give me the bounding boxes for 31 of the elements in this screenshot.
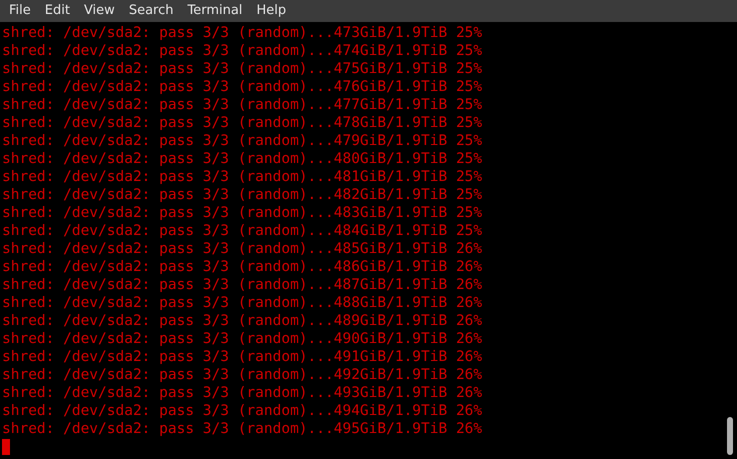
- terminal-line: shred: /dev/sda2: pass 3/3 (random)...493GiB/1.9TiB 26%: [2, 384, 484, 402]
- terminal-line: shred: /dev/sda2: pass 3/3 (random)...491GiB/1.9TiB 26%: [2, 348, 484, 366]
- terminal-line: shred: /dev/sda2: pass 3/3 (random)...488GiB/1.9TiB 26%: [2, 294, 484, 312]
- terminal-line: shred: /dev/sda2: pass 3/3 (random)...484GiB/1.9TiB 25%: [2, 222, 484, 240]
- terminal-line: shred: /dev/sda2: pass 3/3 (random)...490GiB/1.9TiB 26%: [2, 330, 484, 348]
- text-cursor: [2, 439, 10, 455]
- menu-item[interactable]: View: [76, 1, 122, 21]
- terminal-line: shred: /dev/sda2: pass 3/3 (random)...474GiB/1.9TiB 25%: [2, 42, 484, 60]
- terminal-line: shred: /dev/sda2: pass 3/3 (random)...480GiB/1.9TiB 25%: [2, 150, 484, 168]
- terminal-line: shred: /dev/sda2: pass 3/3 (random)...487GiB/1.9TiB 26%: [2, 276, 484, 294]
- terminal-line: shred: /dev/sda2: pass 3/3 (random)...483GiB/1.9TiB 25%: [2, 204, 484, 222]
- terminal-line: shred: /dev/sda2: pass 3/3 (random)...492GiB/1.9TiB 26%: [2, 366, 484, 384]
- terminal-line: shred: /dev/sda2: pass 3/3 (random)...475GiB/1.9TiB 25%: [2, 60, 484, 78]
- menu-item[interactable]: Terminal: [180, 1, 250, 21]
- terminal-line: shred: /dev/sda2: pass 3/3 (random)...473GiB/1.9TiB 25%: [2, 24, 484, 42]
- terminal-line: shred: /dev/sda2: pass 3/3 (random)...495GiB/1.9TiB 26%: [2, 420, 484, 438]
- terminal-line: shred: /dev/sda2: pass 3/3 (random)...482GiB/1.9TiB 25%: [2, 186, 484, 204]
- terminal-line: shred: /dev/sda2: pass 3/3 (random)...485GiB/1.9TiB 26%: [2, 240, 484, 258]
- terminal-line: shred: /dev/sda2: pass 3/3 (random)...481GiB/1.9TiB 25%: [2, 168, 484, 186]
- menu-item[interactable]: Edit: [38, 1, 77, 21]
- terminal-line: shred: /dev/sda2: pass 3/3 (random)...489GiB/1.9TiB 26%: [2, 312, 484, 330]
- terminal-line: shred: /dev/sda2: pass 3/3 (random)...477GiB/1.9TiB 25%: [2, 96, 484, 114]
- terminal-line: shred: /dev/sda2: pass 3/3 (random)...478GiB/1.9TiB 25%: [2, 114, 484, 132]
- menu-item[interactable]: Search: [122, 1, 180, 21]
- terminal-line: shred: /dev/sda2: pass 3/3 (random)...476GiB/1.9TiB 25%: [2, 78, 484, 96]
- terminal-line: shred: /dev/sda2: pass 3/3 (random)...486GiB/1.9TiB 26%: [2, 258, 484, 276]
- menu-item[interactable]: File: [2, 1, 38, 21]
- terminal-line: shred: /dev/sda2: pass 3/3 (random)...479GiB/1.9TiB 25%: [2, 132, 484, 150]
- terminal-line: shred: /dev/sda2: pass 3/3 (random)...494GiB/1.9TiB 26%: [2, 402, 484, 420]
- scrollbar-thumb[interactable]: [727, 417, 733, 455]
- menu-item[interactable]: Help: [249, 1, 294, 21]
